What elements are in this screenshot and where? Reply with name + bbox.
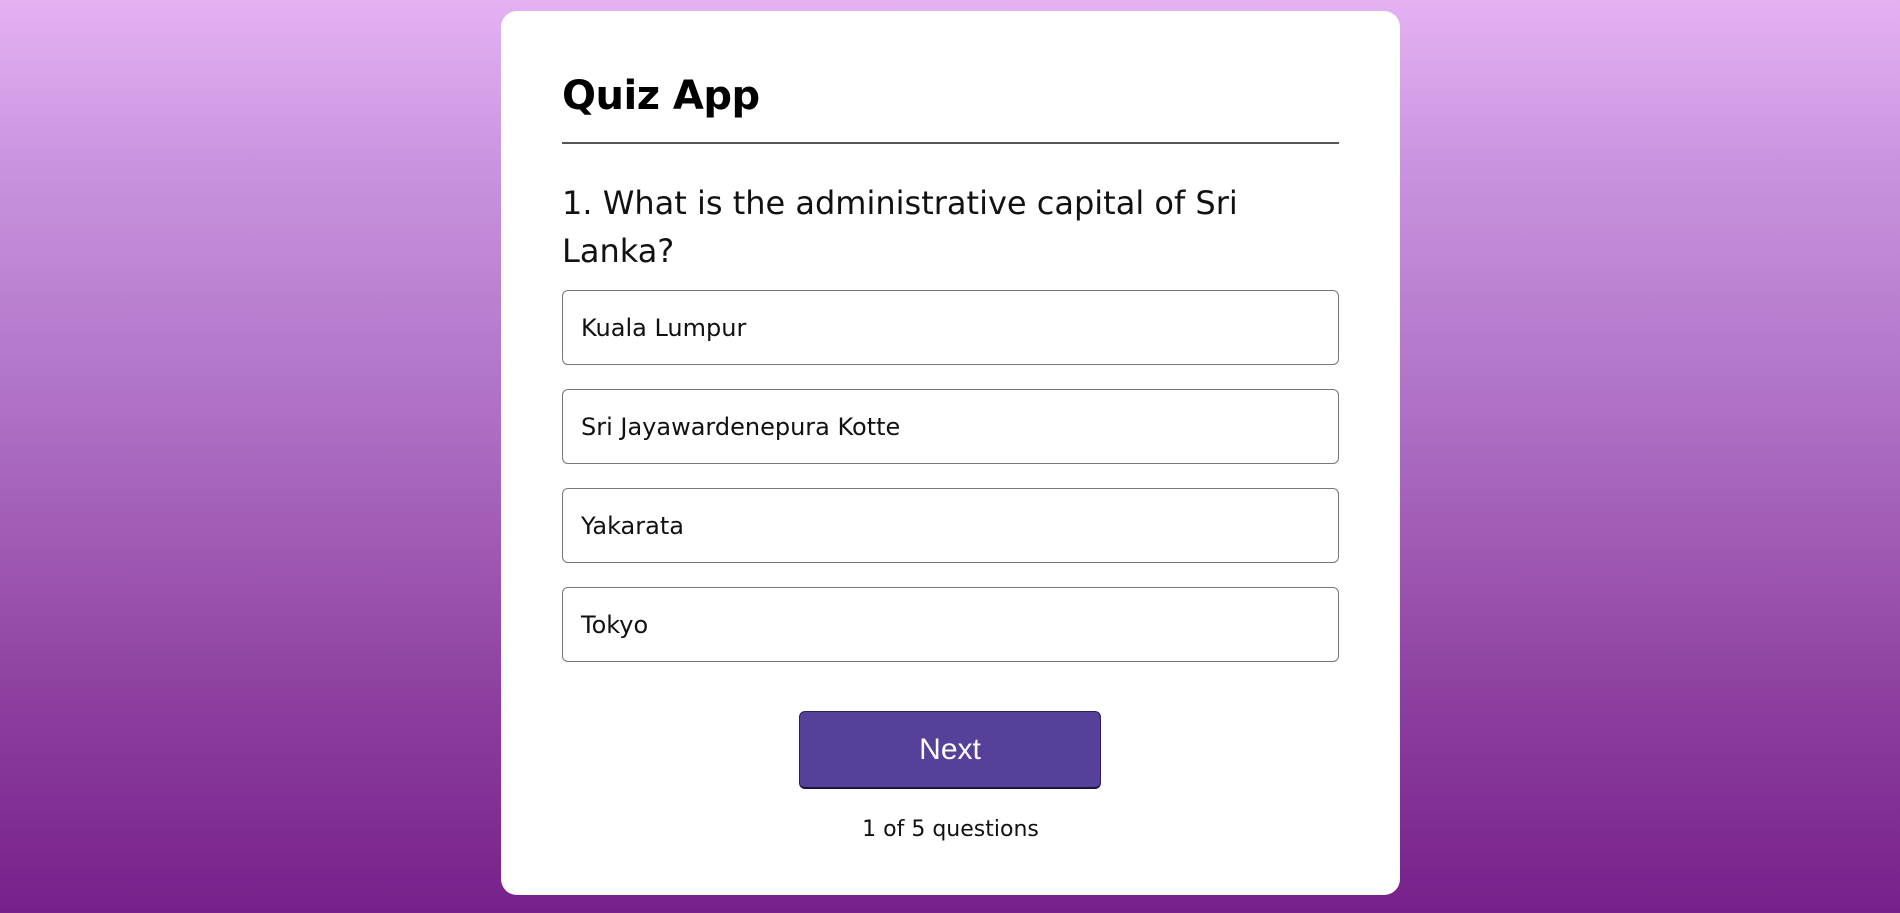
- answer-option-yakarata[interactable]: Yakarata: [562, 488, 1339, 563]
- question-progress: 1 of 5 questions: [862, 817, 1039, 842]
- question-text: 1. What is the administrative capital of…: [562, 184, 1238, 270]
- quiz-card: Quiz App 1. What is the administrative c…: [501, 11, 1400, 895]
- answer-option-kuala-lumpur[interactable]: Kuala Lumpur: [562, 290, 1339, 365]
- next-button[interactable]: Next: [799, 711, 1101, 789]
- title-divider: [562, 142, 1339, 144]
- answer-option-sri-jayawardenepura-kotte[interactable]: Sri Jayawardenepura Kotte: [562, 389, 1339, 464]
- app-title: Quiz App: [562, 73, 760, 119]
- answer-list: Kuala Lumpur Sri Jayawardenepura Kotte Y…: [562, 290, 1339, 686]
- answer-option-tokyo[interactable]: Tokyo: [562, 587, 1339, 662]
